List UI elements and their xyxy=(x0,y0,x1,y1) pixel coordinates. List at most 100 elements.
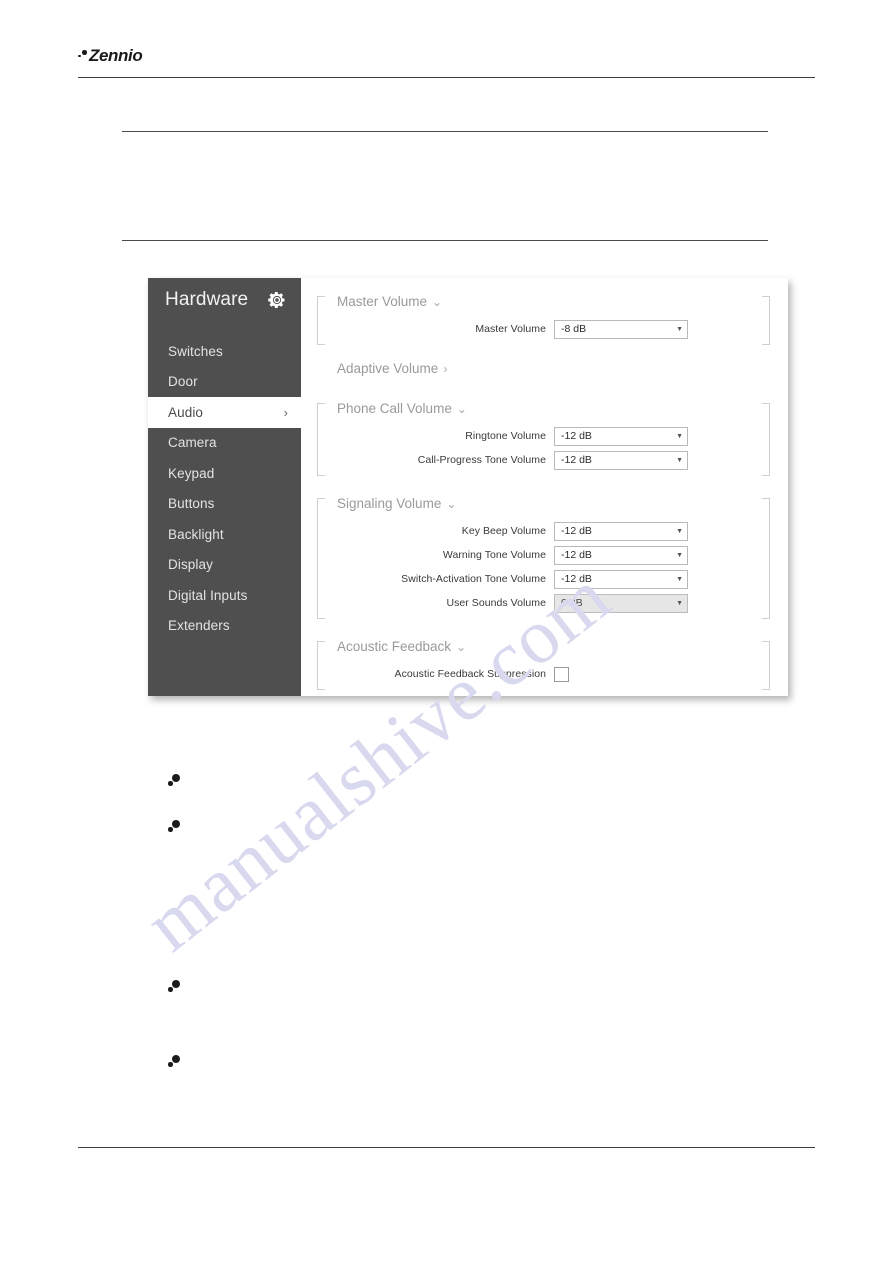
field-switch-activation-tone-volume: Switch-Activation Tone Volume -12 dB ▼ xyxy=(317,567,770,591)
field-label: Acoustic Feedback Suppression xyxy=(394,668,546,680)
select-value: -12 dB xyxy=(561,573,592,585)
sidebar-item-backlight[interactable]: Backlight xyxy=(148,519,301,550)
sidebar-menu: Switches Door Audio › Camera Keypad Butt… xyxy=(148,336,301,641)
section-master-volume: Master Volume ⌄ Master Volume -8 dB ▼ xyxy=(317,288,770,347)
chevron-down-icon: ⌄ xyxy=(456,402,467,416)
footer-divider xyxy=(78,1147,815,1148)
sidebar-item-label: Display xyxy=(168,557,213,573)
field-user-sounds-volume: User Sounds Volume 0 dB ▼ xyxy=(317,591,770,615)
ringtone-volume-select[interactable]: -12 dB ▼ xyxy=(554,426,688,446)
zennio-logo-mark xyxy=(78,50,87,59)
field-ringtone-volume: Ringtone Volume -12 dB ▼ xyxy=(317,424,770,448)
select-value: -8 dB xyxy=(561,323,587,335)
key-beep-volume-select[interactable]: -12 dB ▼ xyxy=(554,521,688,541)
gear-icon[interactable] xyxy=(267,290,287,310)
sidebar-item-door[interactable]: Door xyxy=(148,367,301,398)
section-body: Acoustic Feedback Suppression xyxy=(317,657,770,686)
field-key-beep-volume: Key Beep Volume -12 dB ▼ xyxy=(317,519,770,543)
select-value: -12 dB xyxy=(561,549,592,561)
field-acoustic-feedback-suppression: Acoustic Feedback Suppression xyxy=(317,662,770,686)
chevron-right-icon: › xyxy=(283,404,288,420)
header-divider xyxy=(78,77,815,78)
sidebar-item-label: Extenders xyxy=(168,618,230,634)
field-label: Call-Progress Tone Volume xyxy=(417,454,546,466)
section-title-text: Signaling Volume xyxy=(337,496,442,511)
field-label: Ringtone Volume xyxy=(465,430,546,442)
sidebar-item-audio[interactable]: Audio › xyxy=(148,397,301,428)
section-body: Master Volume -8 dB ▼ xyxy=(317,312,770,341)
sidebar-item-label: Keypad xyxy=(168,465,215,481)
field-warning-tone-volume: Warning Tone Volume -12 dB ▼ xyxy=(317,543,770,567)
sidebar-item-label: Backlight xyxy=(168,526,224,542)
brand-name: Zennio xyxy=(89,46,143,65)
sidebar-item-keypad[interactable]: Keypad xyxy=(148,458,301,489)
field-master-volume: Master Volume -8 dB ▼ xyxy=(317,317,770,341)
sidebar-item-label: Door xyxy=(168,374,198,390)
call-progress-tone-volume-select[interactable]: -12 dB ▼ xyxy=(554,450,688,470)
select-value: -12 dB xyxy=(561,454,592,466)
section-title-text: Adaptive Volume xyxy=(337,361,439,376)
sidebar-title: Hardware xyxy=(165,289,249,310)
list-item-bullet xyxy=(168,774,182,788)
chevron-down-icon: ⌄ xyxy=(446,497,457,511)
page-header: Zennio xyxy=(78,46,815,66)
field-label: Key Beep Volume xyxy=(461,525,546,537)
list-item-bullet xyxy=(168,820,182,834)
sidebar-item-buttons[interactable]: Buttons xyxy=(148,489,301,520)
sidebar-item-digital-inputs[interactable]: Digital Inputs xyxy=(148,580,301,611)
section-adaptive-volume: Adaptive Volume › xyxy=(317,359,770,385)
list-item-bullet xyxy=(168,980,182,994)
chevron-down-icon: ▼ xyxy=(676,432,683,440)
sidebar-item-display[interactable]: Display xyxy=(148,550,301,581)
warning-tone-volume-select[interactable]: -12 dB ▼ xyxy=(554,545,688,565)
field-label: Switch-Activation Tone Volume xyxy=(401,573,546,585)
sidebar-item-label: Switches xyxy=(168,343,223,359)
sidebar-header: Hardware xyxy=(148,278,301,322)
select-value: 0 dB xyxy=(561,597,583,609)
sidebar-item-label: Audio xyxy=(168,404,204,420)
field-label: User Sounds Volume xyxy=(446,597,546,609)
zennio-logo: Zennio xyxy=(78,46,143,66)
list-item-bullet xyxy=(168,1055,182,1069)
section-title-text: Acoustic Feedback xyxy=(337,639,452,654)
sidebar-item-extenders[interactable]: Extenders xyxy=(148,611,301,642)
section-title-text: Master Volume xyxy=(337,294,428,309)
chevron-down-icon: ▼ xyxy=(676,456,683,464)
section-body: Ringtone Volume -12 dB ▼ Call-Progress T… xyxy=(317,419,770,472)
section-acoustic-feedback: Acoustic Feedback ⌄ Acoustic Feedback Sup… xyxy=(317,633,770,692)
section-header-phone-call-volume[interactable]: Phone Call Volume ⌄ xyxy=(317,399,770,419)
section-title-text: Phone Call Volume xyxy=(337,401,452,416)
configuration-window: Hardware Switches Door Audio › Camera Ke… xyxy=(148,278,788,696)
chevron-down-icon: ▼ xyxy=(676,575,683,583)
acoustic-feedback-suppression-checkbox[interactable] xyxy=(554,666,569,682)
section-phone-call-volume: Phone Call Volume ⌄ Ringtone Volume -12 d… xyxy=(317,395,770,478)
user-sounds-volume-select[interactable]: 0 dB ▼ xyxy=(554,593,688,613)
chevron-down-icon: ⌄ xyxy=(432,295,443,309)
settings-content: Master Volume ⌄ Master Volume -8 dB ▼ Ada… xyxy=(301,278,788,696)
section-header-signaling-volume[interactable]: Signaling Volume ⌄ xyxy=(317,494,770,514)
section-body: Key Beep Volume -12 dB ▼ Warning Tone Vo… xyxy=(317,514,770,615)
content-divider-top xyxy=(122,131,768,132)
section-signaling-volume: Signaling Volume ⌄ Key Beep Volume -12 dB… xyxy=(317,490,770,621)
section-header-master-volume[interactable]: Master Volume ⌄ xyxy=(317,292,770,312)
chevron-down-icon: ▼ xyxy=(676,325,683,333)
select-value: -12 dB xyxy=(561,430,592,442)
select-value: -12 dB xyxy=(561,525,592,537)
field-call-progress-tone-volume: Call-Progress Tone Volume -12 dB ▼ xyxy=(317,448,770,472)
field-label: Warning Tone Volume xyxy=(442,549,546,561)
section-header-acoustic-feedback[interactable]: Acoustic Feedback ⌄ xyxy=(317,637,770,657)
switch-activation-tone-volume-select[interactable]: -12 dB ▼ xyxy=(554,569,688,589)
sidebar-item-switches[interactable]: Switches xyxy=(148,336,301,367)
sidebar-item-label: Digital Inputs xyxy=(168,587,248,603)
field-label: Master Volume xyxy=(475,323,546,335)
sidebar-item-camera[interactable]: Camera xyxy=(148,428,301,459)
sidebar: Hardware Switches Door Audio › Camera Ke… xyxy=(148,278,301,696)
section-header-adaptive-volume[interactable]: Adaptive Volume › xyxy=(317,359,770,379)
sidebar-item-label: Camera xyxy=(168,435,217,451)
chevron-down-icon: ▼ xyxy=(676,551,683,559)
master-volume-select[interactable]: -8 dB ▼ xyxy=(554,319,688,339)
chevron-down-icon: ⌄ xyxy=(456,640,467,654)
chevron-right-icon: › xyxy=(443,362,448,376)
chevron-down-icon: ▼ xyxy=(676,599,683,607)
chevron-down-icon: ▼ xyxy=(676,527,683,535)
